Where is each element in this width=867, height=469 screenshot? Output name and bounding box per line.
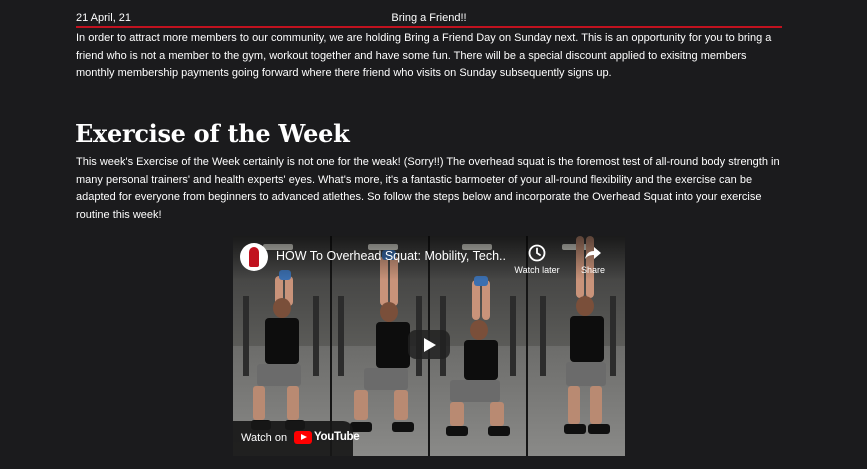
watch-on-label: Watch on (241, 432, 288, 444)
news-body: In order to attract more members to our … (76, 32, 772, 79)
youtube-logo-icon (294, 431, 312, 444)
video-embed[interactable]: HOW To Overhead Squat: Mobility, Tech...… (233, 236, 625, 456)
clock-icon (528, 244, 546, 262)
news-header: 21 April, 21 Bring a Friend!! (76, 10, 782, 28)
watch-later-button[interactable]: Watch later (509, 244, 565, 276)
channel-avatar[interactable] (240, 243, 268, 271)
youtube-wordmark: YouTube (314, 431, 360, 443)
play-button[interactable] (408, 330, 450, 359)
news-title: Bring a Friend!! (391, 12, 467, 24)
video-title[interactable]: HOW To Overhead Squat: Mobility, Tech... (276, 248, 506, 264)
share-arrow-icon (584, 244, 602, 262)
share-label: Share (580, 265, 606, 275)
share-button[interactable]: Share (565, 244, 621, 276)
section-heading: Exercise of the Week (75, 119, 350, 148)
play-icon (424, 338, 436, 352)
section-body: This week's Exercise of the Week certain… (76, 156, 780, 221)
watch-on-youtube-button[interactable]: Watch on YouTube (233, 421, 360, 456)
watch-later-label: Watch later (514, 265, 560, 275)
